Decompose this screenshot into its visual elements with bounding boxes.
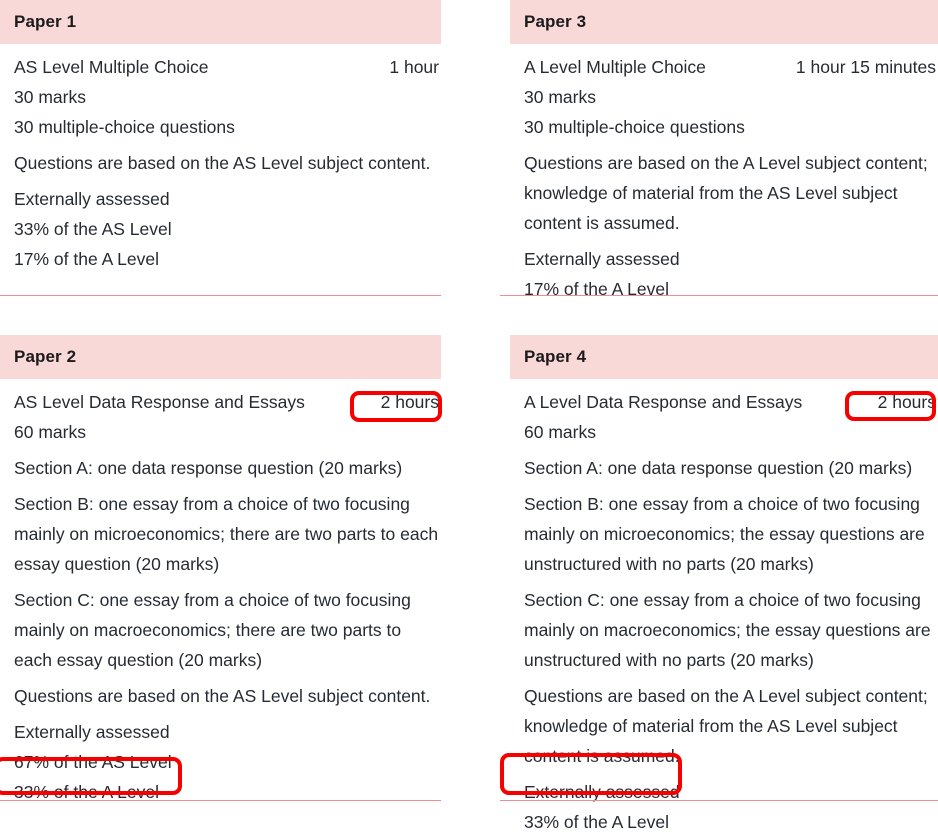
- paper-1-a-level-weighting: 17% of the A Level: [14, 249, 159, 269]
- paper-2-duration: 2 hours: [380, 392, 439, 412]
- paper-panel-2: Paper 2 AS Level Data Response and Essay…: [0, 335, 500, 806]
- paper-3-line-marks: 30 marks: [524, 87, 596, 107]
- paper-4-body: A Level Data Response and Essays 2 hours…: [510, 379, 938, 837]
- paper-1-body: AS Level Multiple Choice 1 hour 30 marks…: [0, 44, 441, 274]
- paper-3-body: A Level Multiple Choice 1 hour 15 minute…: [510, 44, 938, 304]
- paper-2-section-c: Section C: one essay from a choice of tw…: [14, 590, 411, 670]
- paper-1-header: Paper 1: [0, 0, 441, 44]
- paper-2-line-assessment: Externally assessed: [14, 722, 170, 742]
- paper-2-title: Paper 2: [14, 347, 77, 366]
- paper-1-line-marks: 30 marks: [14, 87, 86, 107]
- paper-3-a-level-weighting: 17% of the A Level: [524, 279, 669, 299]
- paper-specification-grid: Paper 1 AS Level Multiple Choice 1 hour …: [0, 0, 938, 832]
- paper-2-line-marks: 60 marks: [14, 422, 86, 442]
- paper-4-header: Paper 4: [510, 335, 938, 379]
- paper-2-header: Paper 2: [0, 335, 441, 379]
- paper-2-section-a: Section A: one data response question (2…: [14, 458, 403, 478]
- paper-3-bottom-rule: [500, 295, 938, 296]
- paper-1-name-duration-row: AS Level Multiple Choice 1 hour: [14, 52, 439, 82]
- paper-1-line-content: Questions are based on the AS Level subj…: [14, 153, 431, 173]
- paper-1-title: Paper 1: [14, 12, 77, 31]
- paper-4-section-b: Section B: one essay from a choice of tw…: [524, 494, 925, 574]
- paper-2-as-level-weighting: 67% of the AS Level: [14, 752, 172, 772]
- paper-panel-1: Paper 1 AS Level Multiple Choice 1 hour …: [0, 0, 500, 335]
- paper-1-line-questions: 30 multiple-choice questions: [14, 117, 235, 137]
- paper-4-name-duration-row: A Level Data Response and Essays 2 hours: [524, 387, 936, 417]
- paper-4-title: Paper 4: [524, 347, 587, 366]
- paper-3-line-content: Questions are based on the A Level subje…: [524, 153, 928, 233]
- paper-3-line-assessment: Externally assessed: [524, 249, 680, 269]
- paper-1-duration: 1 hour: [389, 57, 439, 77]
- paper-1-as-level-weighting: 33% of the AS Level: [14, 219, 172, 239]
- paper-4-name: A Level Data Response and Essays: [524, 392, 803, 412]
- paper-panel-3: Paper 3 A Level Multiple Choice 1 hour 1…: [500, 0, 938, 335]
- paper-1-bottom-rule: [0, 295, 441, 296]
- paper-2-line-content: Questions are based on the AS Level subj…: [14, 686, 431, 706]
- paper-4-section-c: Section C: one essay from a choice of tw…: [524, 590, 931, 670]
- paper-2-section-b: Section B: one essay from a choice of tw…: [14, 494, 439, 574]
- paper-3-name: A Level Multiple Choice: [524, 57, 706, 77]
- paper-2-name: AS Level Data Response and Essays: [14, 392, 305, 412]
- paper-4-line-assessment: Externally assessed: [524, 782, 680, 802]
- paper-4-section-a: Section A: one data response question (2…: [524, 458, 913, 478]
- paper-4-line-content: Questions are based on the A Level subje…: [524, 686, 928, 766]
- paper-3-title: Paper 3: [524, 12, 587, 31]
- paper-2-name-duration-row: AS Level Data Response and Essays 2 hour…: [14, 387, 439, 417]
- paper-3-header: Paper 3: [510, 0, 938, 44]
- paper-3-line-questions: 30 multiple-choice questions: [524, 117, 745, 137]
- paper-4-a-level-weighting: 33% of the A Level: [524, 812, 669, 832]
- paper-1-name: AS Level Multiple Choice: [14, 57, 209, 77]
- paper-panel-4: Paper 4 A Level Data Response and Essays…: [500, 335, 938, 832]
- paper-2-a-level-weighting: 33% of the A Level: [14, 782, 159, 802]
- paper-4-line-marks: 60 marks: [524, 422, 596, 442]
- paper-1-line-assessment: Externally assessed: [14, 189, 170, 209]
- paper-2-bottom-rule: [0, 800, 441, 801]
- paper-3-duration: 1 hour 15 minutes: [795, 57, 936, 77]
- paper-4-bottom-rule: [500, 800, 938, 801]
- paper-3-name-duration-row: A Level Multiple Choice 1 hour 15 minute…: [524, 52, 936, 82]
- paper-2-body: AS Level Data Response and Essays 2 hour…: [0, 379, 441, 807]
- paper-4-duration: 2 hours: [877, 392, 936, 412]
